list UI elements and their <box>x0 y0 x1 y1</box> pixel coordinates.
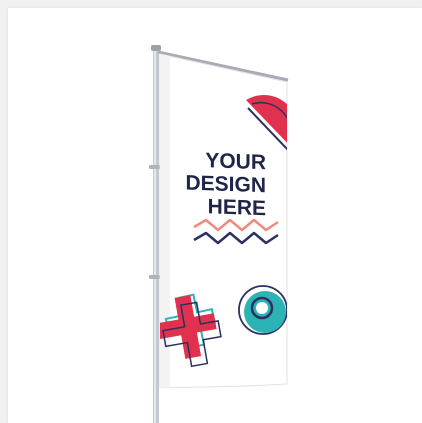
flag-banner-illustration: YOUR DESIGN HERE <box>149 45 289 423</box>
pole-cap <box>151 45 161 51</box>
target-circle-shape <box>238 285 287 335</box>
banner-line-1: YOUR <box>205 149 266 174</box>
banner-line-2: DESIGN <box>186 171 266 197</box>
banner-line-3: HERE <box>208 195 266 220</box>
